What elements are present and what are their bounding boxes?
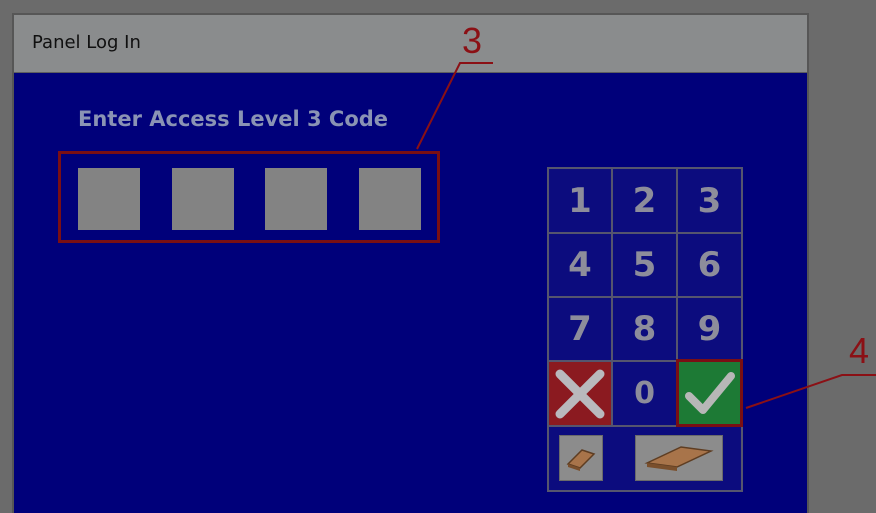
x-icon	[555, 369, 605, 418]
code-digit-box-3[interactable]	[265, 168, 327, 230]
cancel-button[interactable]	[549, 362, 611, 425]
key-7[interactable]: 7	[549, 298, 611, 360]
key-1[interactable]: 1	[549, 169, 611, 232]
backspace-button[interactable]	[559, 435, 603, 481]
title-bar: Panel Log In	[14, 15, 807, 73]
numeric-keypad: 1 2 3 4 5 6 7 8 9 0	[547, 167, 743, 492]
key-9[interactable]: 9	[678, 298, 741, 360]
panel-login-window: Panel Log In Enter Access Level 3 Code 1…	[12, 13, 809, 513]
code-digit-box-2[interactable]	[172, 168, 234, 230]
key-3[interactable]: 3	[678, 169, 741, 232]
code-entry-highlight	[58, 151, 440, 243]
checkmark-icon	[684, 372, 735, 414]
eraser-large-icon	[644, 446, 714, 471]
eraser-small-icon	[566, 449, 596, 471]
window-title: Panel Log In	[32, 32, 141, 53]
key-0[interactable]: 0	[613, 362, 676, 425]
clear-button[interactable]	[635, 435, 723, 481]
key-8[interactable]: 8	[613, 298, 676, 360]
callout-3: 3	[462, 20, 483, 61]
callout-4: 4	[849, 330, 870, 371]
code-digit-box-4[interactable]	[359, 168, 421, 230]
key-2[interactable]: 2	[613, 169, 676, 232]
ok-button[interactable]	[676, 359, 743, 427]
key-5[interactable]: 5	[613, 234, 676, 296]
key-4[interactable]: 4	[549, 234, 611, 296]
keypad-divider	[549, 425, 741, 427]
code-digit-box-1[interactable]	[78, 168, 140, 230]
key-6[interactable]: 6	[678, 234, 741, 296]
access-code-prompt: Enter Access Level 3 Code	[78, 107, 389, 131]
